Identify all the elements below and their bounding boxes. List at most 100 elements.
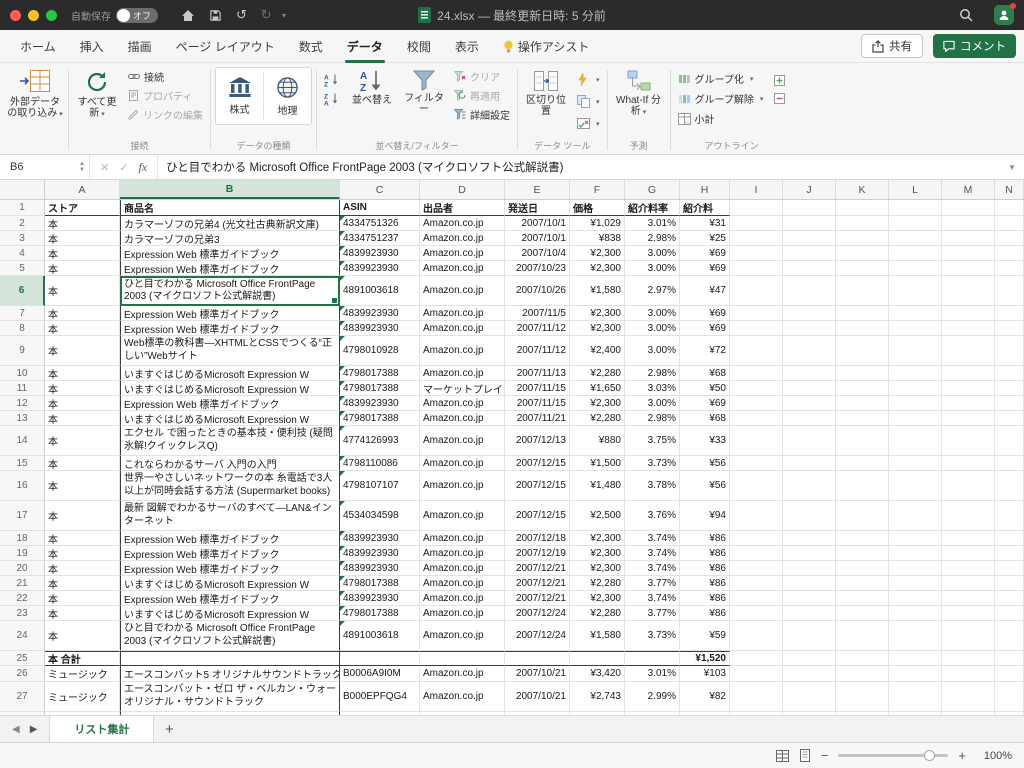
col-header-D[interactable]: D xyxy=(420,180,505,199)
cell-B21[interactable]: いますぐはじめるMicrosoft Expression W xyxy=(120,576,340,591)
cell-J16[interactable] xyxy=(783,471,836,501)
cell-F7[interactable]: ¥2,300 xyxy=(570,306,625,321)
tab-page-layout[interactable]: ページ レイアウト xyxy=(164,30,287,63)
cell-I7[interactable] xyxy=(730,306,783,321)
row-header-20[interactable]: 20 xyxy=(0,561,45,576)
cell-M12[interactable] xyxy=(942,396,995,411)
cell-K21[interactable] xyxy=(836,576,889,591)
cell-M7[interactable] xyxy=(942,306,995,321)
cell-G21[interactable]: 3.77% xyxy=(625,576,680,591)
cell-A23[interactable]: 本 xyxy=(45,606,120,621)
col-header-I[interactable]: I xyxy=(730,180,783,199)
cell-E3[interactable]: 2007/10/1 xyxy=(505,231,570,246)
connections-button[interactable]: 接続 xyxy=(125,67,206,86)
cell-I10[interactable] xyxy=(730,366,783,381)
cell-I14[interactable] xyxy=(730,426,783,456)
cell-C5[interactable]: 4839923930 xyxy=(340,261,420,276)
cell-M6[interactable] xyxy=(942,276,995,306)
cell-C20[interactable]: 4839923930 xyxy=(340,561,420,576)
enter-icon[interactable]: ✓ xyxy=(119,161,128,174)
cell-M2[interactable] xyxy=(942,216,995,231)
cell-F6[interactable]: ¥1,580 xyxy=(570,276,625,306)
stocks-button[interactable]: 株式 xyxy=(216,68,263,124)
row-header-3[interactable]: 3 xyxy=(0,231,45,246)
cell-M23[interactable] xyxy=(942,606,995,621)
cell-I27[interactable] xyxy=(730,682,783,712)
insert-function-icon[interactable]: fx xyxy=(138,160,147,175)
cell-A10[interactable]: 本 xyxy=(45,366,120,381)
cell-M8[interactable] xyxy=(942,321,995,336)
cell-E5[interactable]: 2007/10/23 xyxy=(505,261,570,276)
cell-M25[interactable] xyxy=(942,651,995,666)
cell-C8[interactable]: 4839923930 xyxy=(340,321,420,336)
cell-B1[interactable]: 商品名 xyxy=(120,200,340,216)
sort-ascending-button[interactable]: AZ xyxy=(321,71,343,88)
cell-E22[interactable]: 2007/12/21 xyxy=(505,591,570,606)
cell-J8[interactable] xyxy=(783,321,836,336)
cell-I5[interactable] xyxy=(730,261,783,276)
cell-M19[interactable] xyxy=(942,546,995,561)
cell-C21[interactable]: 4798017388 xyxy=(340,576,420,591)
cell-A2[interactable]: 本 xyxy=(45,216,120,231)
select-all-corner[interactable] xyxy=(0,180,45,199)
cell-H8[interactable]: ¥69 xyxy=(680,321,730,336)
remove-duplicates-button[interactable]: ▾ xyxy=(574,92,603,111)
cell-D18[interactable]: Amazon.co.jp xyxy=(420,531,505,546)
cell-H4[interactable]: ¥69 xyxy=(680,246,730,261)
cell-F28[interactable] xyxy=(570,712,625,715)
cell-I4[interactable] xyxy=(730,246,783,261)
row-header-11[interactable]: 11 xyxy=(0,381,45,396)
cell-H6[interactable]: ¥47 xyxy=(680,276,730,306)
cell-M22[interactable] xyxy=(942,591,995,606)
cell-H7[interactable]: ¥69 xyxy=(680,306,730,321)
cell-B26[interactable]: エースコンバット5 オリジナルサウンドトラック xyxy=(120,666,340,682)
cell-M10[interactable] xyxy=(942,366,995,381)
cell-C15[interactable]: 4798110086 xyxy=(340,456,420,471)
cell-N8[interactable] xyxy=(995,321,1024,336)
cell-F24[interactable]: ¥1,580 xyxy=(570,621,625,651)
cell-A4[interactable]: 本 xyxy=(45,246,120,261)
cell-K24[interactable] xyxy=(836,621,889,651)
cell-L27[interactable] xyxy=(889,682,942,712)
cell-K25[interactable] xyxy=(836,651,889,666)
cell-A19[interactable]: 本 xyxy=(45,546,120,561)
row-header-1[interactable]: 1 xyxy=(0,200,45,216)
clear-filter-button[interactable]: クリア xyxy=(451,67,513,86)
cell-N12[interactable] xyxy=(995,396,1024,411)
cell-B19[interactable]: Expression Web 標準ガイドブック xyxy=(120,546,340,561)
home-icon[interactable] xyxy=(181,9,195,22)
cell-A14[interactable]: 本 xyxy=(45,426,120,456)
cell-H13[interactable]: ¥68 xyxy=(680,411,730,426)
col-header-G[interactable]: G xyxy=(625,180,680,199)
cell-N2[interactable] xyxy=(995,216,1024,231)
cell-G18[interactable]: 3.74% xyxy=(625,531,680,546)
cell-K13[interactable] xyxy=(836,411,889,426)
cell-J27[interactable] xyxy=(783,682,836,712)
row-header-6[interactable]: 6 xyxy=(0,276,45,306)
cell-D26[interactable]: Amazon.co.jp xyxy=(420,666,505,682)
cell-N28[interactable] xyxy=(995,712,1024,715)
cell-H12[interactable]: ¥69 xyxy=(680,396,730,411)
cell-C16[interactable]: 4798107107 xyxy=(340,471,420,501)
cell-J6[interactable] xyxy=(783,276,836,306)
cell-I21[interactable] xyxy=(730,576,783,591)
formula-bar-expand-icon[interactable]: ▼ xyxy=(1000,163,1024,172)
cell-B24[interactable]: ひと目でわかる Microsoft Office FrontPage 2003 … xyxy=(120,621,340,651)
cell-E1[interactable]: 発送日 xyxy=(505,200,570,216)
cell-M14[interactable] xyxy=(942,426,995,456)
cell-D4[interactable]: Amazon.co.jp xyxy=(420,246,505,261)
cell-A21[interactable]: 本 xyxy=(45,576,120,591)
page-layout-view-button[interactable] xyxy=(799,749,811,762)
cell-I25[interactable] xyxy=(730,651,783,666)
account-avatar[interactable] xyxy=(994,3,1016,25)
cell-A12[interactable]: 本 xyxy=(45,396,120,411)
cell-H24[interactable]: ¥59 xyxy=(680,621,730,651)
cell-D11[interactable]: マーケットプレイス xyxy=(420,381,505,396)
ungroup-button[interactable]: グループ解除 ▾ xyxy=(675,89,767,108)
sheet-nav-right-icon[interactable]: ▶ xyxy=(30,724,38,735)
cell-D20[interactable]: Amazon.co.jp xyxy=(420,561,505,576)
cell-J4[interactable] xyxy=(783,246,836,261)
cell-L3[interactable] xyxy=(889,231,942,246)
cell-M16[interactable] xyxy=(942,471,995,501)
cell-D7[interactable]: Amazon.co.jp xyxy=(420,306,505,321)
